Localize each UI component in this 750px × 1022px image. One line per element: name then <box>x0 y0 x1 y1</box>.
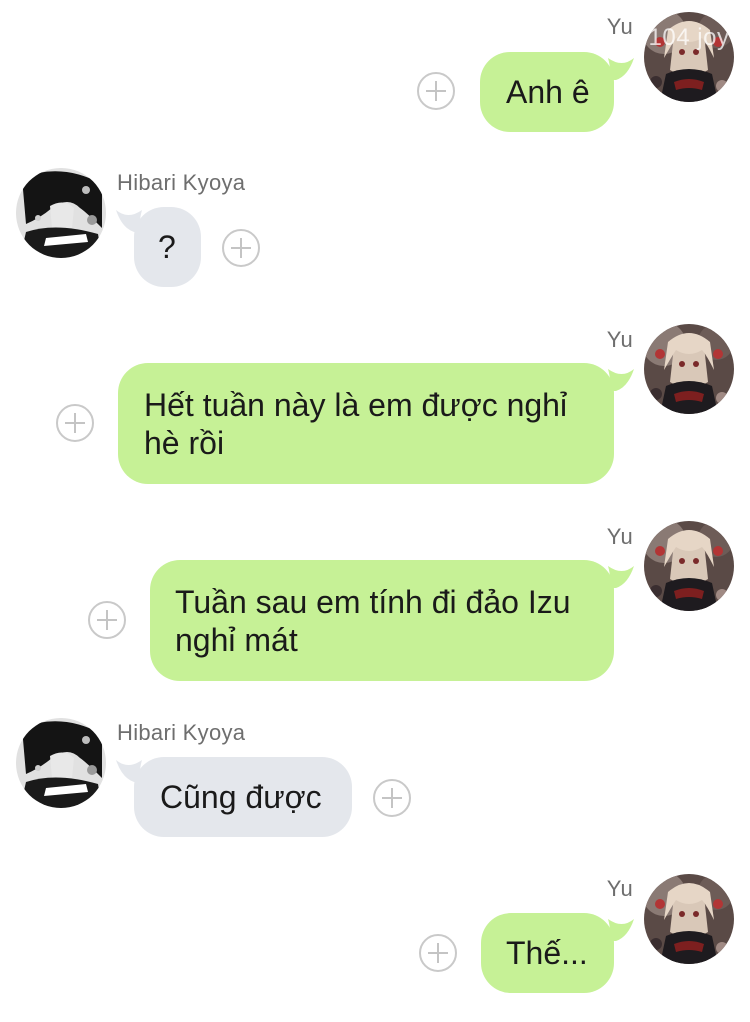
chat-thread: Yu 104 joy Anh ê Hibari Kyoya ? Yu Hết t… <box>0 0 750 1022</box>
avatar-yu-icon[interactable] <box>644 874 734 964</box>
message-bubble[interactable]: Thế... <box>481 913 614 993</box>
message-sent: Yu Thế... <box>0 0 750 1022</box>
bubble-tail <box>608 919 634 941</box>
sender-name: Yu <box>606 876 633 901</box>
add-reaction-button[interactable] <box>419 934 457 972</box>
message-text: Thế... <box>506 935 588 971</box>
